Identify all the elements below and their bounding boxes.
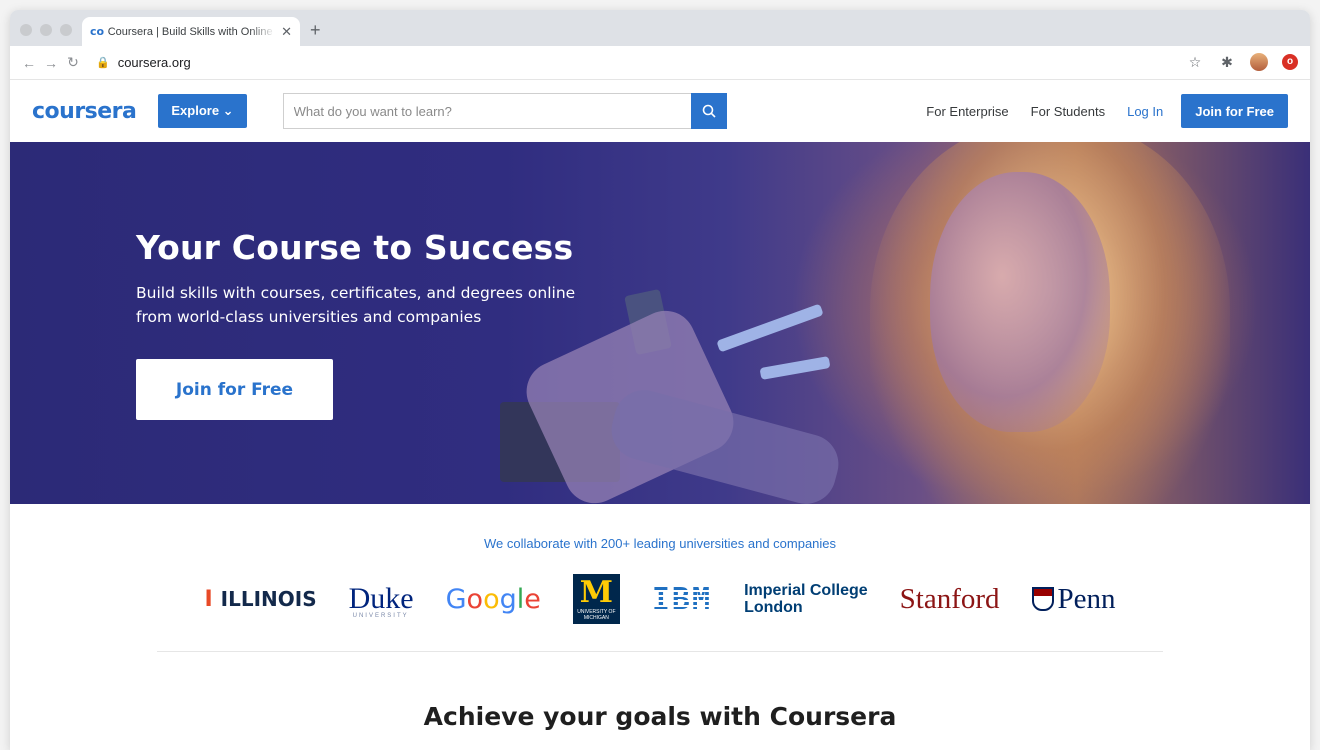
michigan-m: M: [579, 575, 613, 610]
back-arrow-icon[interactable]: ←: [18, 55, 40, 71]
coursera-favicon-icon: co: [90, 25, 105, 38]
browser-toolbar: ← → ↻ 🔒 coursera.org ☆ ✱ o: [10, 46, 1310, 80]
illinois-logo: I ILLINOIS: [204, 587, 316, 612]
maximize-window-button[interactable]: [60, 24, 72, 36]
toolbar-actions: ☆ ✱ o: [1186, 53, 1298, 71]
hero-title: Your Course to Success: [136, 228, 574, 267]
hero-content: Your Course to Success Build skills with…: [136, 228, 576, 420]
coursera-logo[interactable]: coursera: [32, 99, 137, 124]
hero-subtitle: Build skills with courses, certificates,…: [136, 284, 576, 326]
hero-banner: Your Course to Success Build skills with…: [10, 142, 1310, 504]
penn-wordmark: Penn: [1057, 582, 1116, 615]
close-window-button[interactable]: [20, 24, 32, 36]
google-logo: Google: [445, 583, 541, 615]
penn-shield-icon: [1031, 587, 1054, 611]
section-divider: [157, 651, 1163, 652]
tab-strip: co Coursera | Build Skills with Online C…: [10, 10, 1310, 46]
search-bar: [282, 93, 727, 129]
goals-heading: Achieve your goals with Coursera: [423, 702, 897, 731]
illinois-wordmark: ILLINOIS: [220, 587, 317, 611]
reload-icon[interactable]: ↻: [62, 54, 84, 71]
imperial-line-2: London: [744, 599, 803, 616]
log-in-link[interactable]: Log In: [1127, 104, 1163, 119]
header-nav: For Enterprise For Students Log In Join …: [904, 94, 1288, 128]
michigan-subtitle: UNIVERSITY OF MICHIGAN: [577, 609, 616, 621]
bookmark-star-icon[interactable]: ☆: [1186, 54, 1204, 71]
window-controls: [20, 24, 72, 36]
search-button[interactable]: [690, 93, 727, 129]
search-icon: [702, 104, 716, 118]
extensions-puzzle-icon[interactable]: ✱: [1218, 54, 1236, 71]
imperial-college-logo: Imperial College London: [744, 582, 868, 616]
hero-image-person-face: [930, 172, 1110, 432]
hero-join-button[interactable]: Join for Free: [136, 359, 333, 420]
imperial-line-1: Imperial College: [744, 582, 868, 599]
profile-avatar[interactable]: [1250, 53, 1268, 71]
for-students-link[interactable]: For Students: [1031, 104, 1105, 119]
browser-window: co Coursera | Build Skills with Online C…: [10, 10, 1310, 750]
partner-logos: I ILLINOIS Duke UNIVERSITY Google M UNIV…: [10, 573, 1310, 625]
stanford-logo: Stanford: [899, 582, 1000, 615]
close-icon[interactable]: ✕: [281, 24, 292, 40]
duke-wordmark: Duke: [348, 582, 414, 615]
forward-arrow-icon[interactable]: →: [40, 55, 62, 71]
join-for-free-button[interactable]: Join for Free: [1181, 94, 1288, 128]
address-bar[interactable]: 🔒 coursera.org: [96, 55, 191, 70]
collaboration-caption: We collaborate with 200+ leading univers…: [483, 536, 837, 551]
minimize-window-button[interactable]: [40, 24, 52, 36]
illinois-i-icon: I: [204, 586, 213, 612]
new-tab-plus-icon[interactable]: +: [310, 21, 321, 39]
search-input[interactable]: [282, 93, 691, 129]
for-enterprise-link[interactable]: For Enterprise: [926, 104, 1008, 119]
duke-logo: Duke UNIVERSITY: [348, 582, 414, 619]
michigan-logo: M UNIVERSITY OF MICHIGAN: [572, 574, 620, 624]
browser-tab[interactable]: co Coursera | Build Skills with Online C…: [82, 17, 300, 46]
duke-subtitle: UNIVERSITY: [352, 613, 409, 619]
lock-icon: 🔒: [96, 57, 110, 69]
site-header: coursera Explore ⌄ For Enterprise For St…: [10, 80, 1310, 142]
url-text: coursera.org: [117, 55, 191, 70]
tab-title: Coursera | Build Skills with Online Cour…: [107, 25, 275, 38]
ibm-logo: IBM: [651, 581, 713, 617]
extension-icon[interactable]: o: [1282, 54, 1298, 70]
explore-button[interactable]: Explore ⌄: [158, 94, 247, 128]
penn-logo: Penn: [1031, 582, 1116, 616]
